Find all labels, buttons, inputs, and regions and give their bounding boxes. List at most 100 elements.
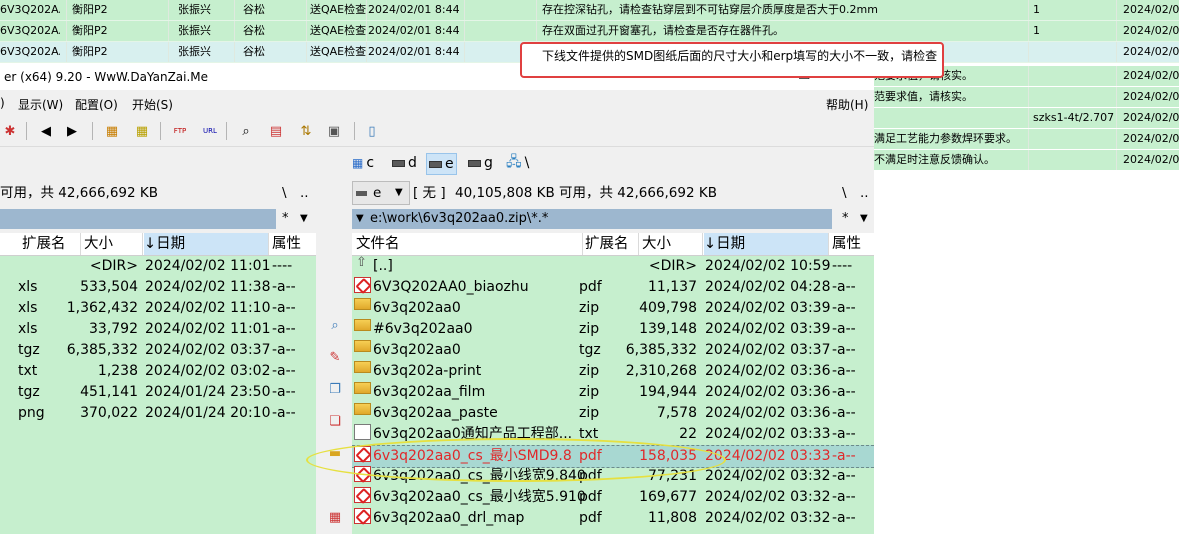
sync-icon[interactable]: ⇅ — [296, 121, 316, 141]
right-filter[interactable]: * — [842, 209, 849, 229]
list-item[interactable]: tgz 6,385,332 2024/02/02 03:37 -a-- — [0, 340, 316, 361]
list-item[interactable]: xls 533,504 2024/02/02 11:38 -a-- — [0, 277, 316, 298]
list-item[interactable]: 6V3Q202AA0_biaozhu pdf 11,137 2024/02/02 04… — [352, 277, 874, 298]
network-icon: 🖧 — [506, 154, 522, 170]
file-size: 1,238 — [97, 363, 138, 379]
left-file-list: <DIR> 2024/02/02 11:01 ---- xls 533,504 2024/… — [0, 256, 316, 534]
sheet-cell-datetime: 2024/02/01 8:44 — [368, 24, 460, 37]
sheet-row[interactable]: 6V3Q202AA0 衡阳P2 张振兴 谷松 送QAE检查2024/02/01 8:44… — [0, 21, 1179, 42]
file-ext: xls — [18, 300, 38, 316]
multi-rename-icon[interactable]: ▤ — [266, 121, 286, 141]
drive-d-button[interactable]: d — [392, 153, 417, 173]
file-date: 2024/02/02 03:39 — [705, 300, 831, 316]
sheet-cell-note: 满足工艺能力参数焊环要求。 — [874, 132, 1017, 145]
view-file-icon[interactable]: ⌕ — [326, 316, 344, 334]
file-attr: -a-- — [832, 342, 856, 358]
pdf-icon — [354, 277, 371, 293]
list-item[interactable]: 6v3q202aa0 tgz 6,385,332 2024/02/02 03:37 -a… — [352, 340, 874, 361]
left-root-button[interactable]: \ — [282, 181, 287, 205]
list-item[interactable]: ⇧ [..] <DIR> 2024/02/02 10:59 ---- — [352, 256, 874, 277]
copy-file-icon[interactable]: ❐ — [326, 380, 344, 398]
list-item[interactable]: 6v3q202aa0_cs_最小线宽5.910 pdf 169,677 2024/02… — [352, 487, 874, 508]
back-icon[interactable]: ◀ — [36, 121, 56, 141]
menu-item-config[interactable]: 配置(O) — [75, 96, 118, 113]
history-dropdown-icon[interactable]: ▼ — [356, 209, 364, 229]
binoculars-icon[interactable]: ⌕ — [236, 121, 256, 141]
url-icon[interactable]: URL — [200, 121, 220, 141]
refresh-icon[interactable]: ✱ — [0, 121, 20, 141]
unpack-icon[interactable]: ▦ — [132, 121, 152, 141]
ftp-icon[interactable]: FTP — [170, 121, 190, 141]
move-file-icon[interactable]: ❏ — [326, 412, 344, 430]
file-date: 2024/02/02 03:33 — [705, 448, 831, 464]
new-folder-icon[interactable]: ▬ — [326, 444, 344, 462]
file-ext: tgz — [579, 342, 601, 358]
right-col-name[interactable]: 文件名 — [356, 233, 400, 255]
file-size: 6,385,332 — [625, 342, 697, 358]
file-name: 6v3q202aa_paste — [373, 405, 498, 421]
drive-e-button[interactable]: e — [426, 153, 457, 175]
right-col-ext[interactable]: 扩展名 — [585, 233, 629, 255]
list-item[interactable]: 6v3q202aa0通知产品工程部... txt 22 2024/02/02 03:3… — [352, 424, 874, 445]
compare-icon[interactable]: ▣ — [324, 121, 344, 141]
windows-drive-icon: ▦ — [352, 156, 364, 170]
list-item[interactable]: tgz 451,141 2024/01/24 23:50 -a-- — [0, 382, 316, 403]
notepad-icon[interactable]: ▯ — [362, 121, 382, 141]
left-col-ext[interactable]: 扩展名 — [22, 233, 66, 255]
file-attr: -a-- — [832, 300, 856, 316]
left-path-bar[interactable] — [0, 209, 276, 229]
file-size: 1,362,432 — [66, 300, 138, 316]
delete-icon[interactable]: ▦ — [326, 508, 344, 526]
sheet-cell-date: 2024/02/0 — [1123, 132, 1179, 145]
list-item[interactable]: 6v3q202aa0 zip 409,798 2024/02/02 03:39 -a-- — [352, 298, 874, 319]
right-path-bar[interactable]: ▼ e:\work\6v3q202aa0.zip\*.* — [352, 209, 832, 229]
right-col-attr[interactable]: 属性 — [832, 233, 861, 255]
network-drive-button[interactable]: 🖧 \ — [506, 153, 529, 173]
left-up-button[interactable]: .. — [300, 181, 309, 205]
menu-item-start[interactable]: 开始(S) — [132, 96, 173, 113]
file-ext: pdf — [579, 489, 602, 505]
file-name: 6v3q202aa0通知产品工程部... — [373, 426, 573, 442]
left-history-icon[interactable]: ▼ — [300, 209, 308, 229]
list-item[interactable]: xls 1,362,432 2024/02/02 11:10 -a-- — [0, 298, 316, 319]
pack-icon[interactable]: ▦ — [102, 121, 122, 141]
file-attr: -a-- — [832, 448, 856, 464]
left-filter[interactable]: * — [282, 209, 289, 229]
list-item[interactable]: 6v3q202aa0_cs_最小SMD9.8 pdf 158,035 2024/02/… — [352, 445, 874, 468]
left-col-attr[interactable]: 属性 — [272, 233, 301, 255]
archive-icon — [354, 361, 371, 373]
right-up-button[interactable]: .. — [860, 181, 869, 205]
drive-c-button[interactable]: ▦ c — [352, 153, 374, 173]
list-item[interactable]: 6v3q202aa0_drl_map pdf 11,808 2024/02/02 03… — [352, 508, 874, 529]
list-item[interactable]: 6v3q202a-print zip 2,310,268 2024/02/02 03:… — [352, 361, 874, 382]
list-item[interactable]: #6v3q202aa0 zip 139,148 2024/02/02 03:39 -a-… — [352, 319, 874, 340]
list-item[interactable]: txt 1,238 2024/02/02 03:02 -a-- — [0, 361, 316, 382]
list-item[interactable]: 6v3q202aa0_cs_最小线宽9.840 pdf 77,231 2024/02/… — [352, 466, 874, 487]
file-size: 139,148 — [639, 321, 697, 337]
list-item[interactable]: 6v3q202aa_paste zip 7,578 2024/02/02 03:36-… — [352, 403, 874, 424]
menu-item-show[interactable]: 显示(W) — [18, 96, 63, 113]
forward-icon[interactable]: ▶ — [62, 121, 82, 141]
drive-g-button[interactable]: g — [468, 153, 493, 173]
file-attr: -a-- — [832, 489, 856, 505]
list-item[interactable]: <DIR> 2024/02/02 11:01 ---- — [0, 256, 316, 277]
right-col-date[interactable]: ↓日期 — [704, 233, 828, 255]
file-manager-window: er (x64) 9.20 - WwW.DaYanZai.Me — ☐ ✕ ) … — [0, 66, 874, 534]
menu-item-truncated[interactable]: ) — [0, 96, 5, 110]
left-col-date[interactable]: ↓日期 — [144, 233, 268, 255]
right-col-size[interactable]: 大小 — [642, 233, 671, 255]
sheet-row[interactable]: 6V3Q202AA0 衡阳P2 张振兴 谷松 送QAE检查2024/02/01 8:44… — [0, 0, 1179, 21]
right-history-icon[interactable]: ▼ — [860, 209, 868, 229]
text-file-icon — [354, 424, 371, 440]
list-item[interactable]: png 370,022 2024/01/24 20:10 -a-- — [0, 403, 316, 424]
left-col-size[interactable]: 大小 — [84, 233, 113, 255]
list-item[interactable]: xls 33,792 2024/02/02 11:01 -a-- — [0, 319, 316, 340]
list-item[interactable]: 6v3q202aa_film zip 194,944 2024/02/02 03:36… — [352, 382, 874, 403]
file-name: 6v3q202aa0_cs_最小SMD9.8 — [373, 448, 572, 464]
file-size: 33,792 — [89, 321, 138, 337]
right-drive-select[interactable]: e ▼ — [352, 181, 410, 205]
menu-item-help[interactable]: 帮助(H) — [826, 96, 868, 113]
right-root-button[interactable]: \ — [842, 181, 847, 205]
edit-file-icon[interactable]: ✎ — [326, 348, 344, 366]
file-date: 2024/02/02 03:32 — [705, 510, 831, 526]
